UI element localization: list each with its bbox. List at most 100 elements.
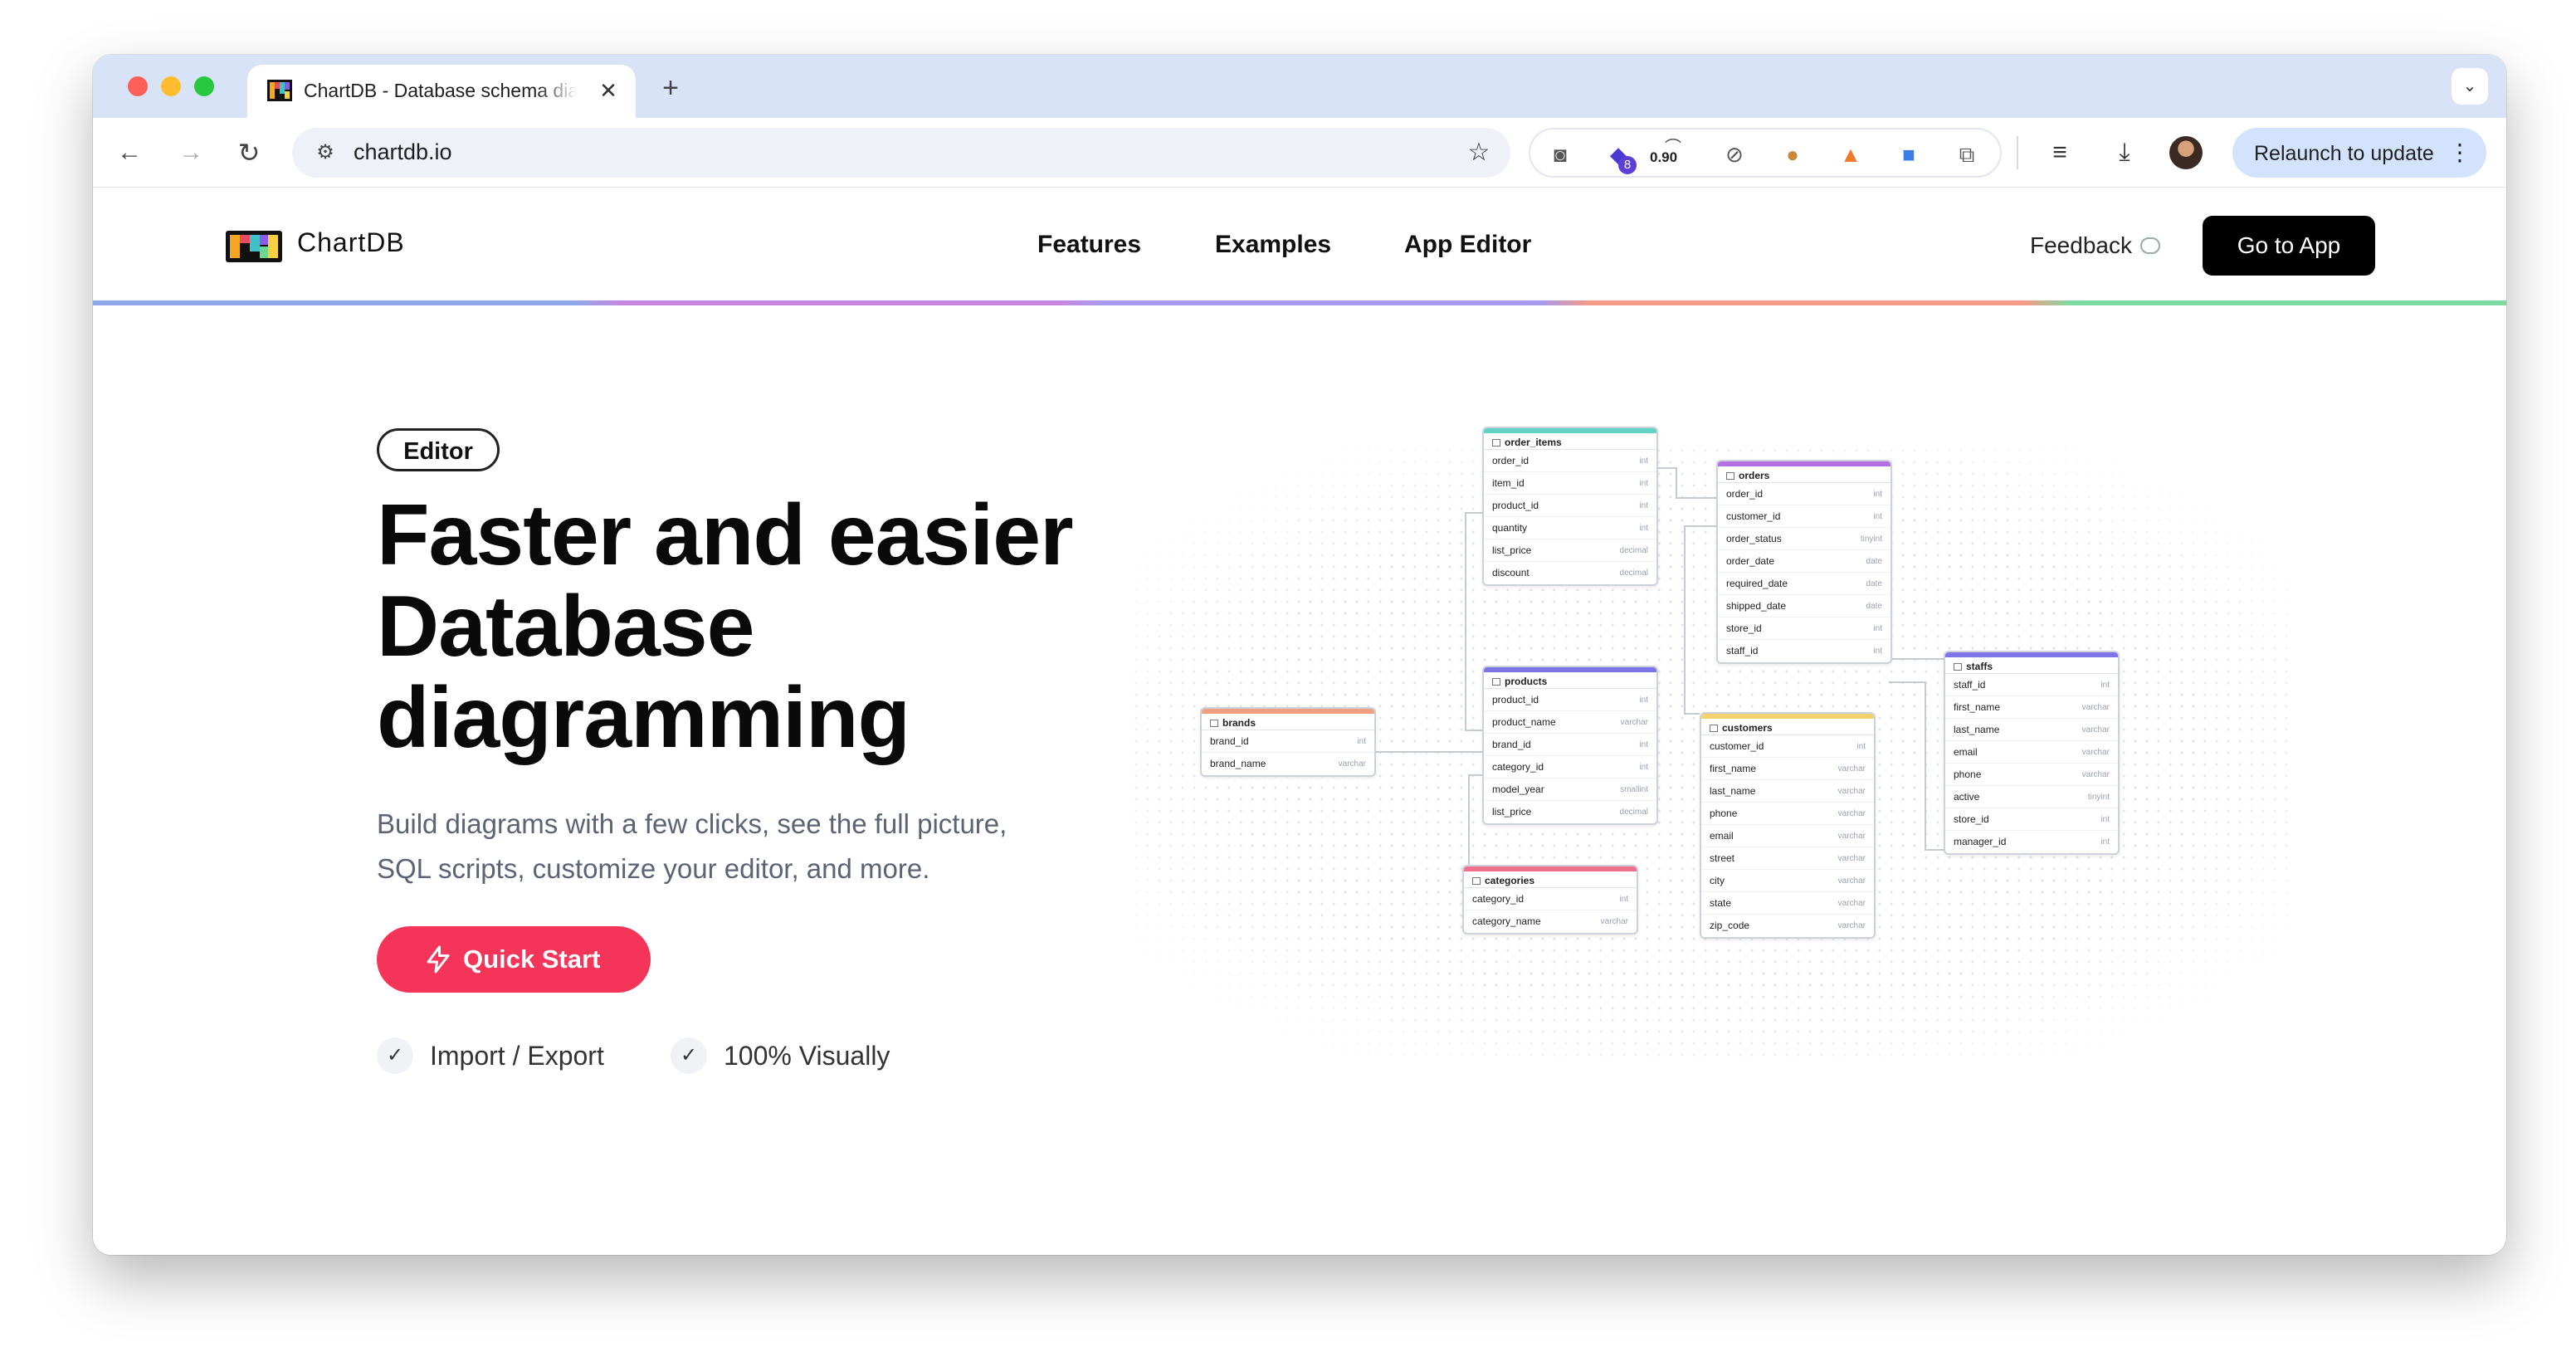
- column-name: product_id: [1492, 694, 1539, 705]
- table-header: order_items: [1484, 428, 1656, 450]
- chartdb-logo-icon[interactable]: [226, 231, 282, 262]
- column-type: int: [1639, 740, 1648, 749]
- url-text[interactable]: chartdb.io: [354, 139, 452, 165]
- minimize-window-button[interactable]: [161, 76, 181, 96]
- column-name: category_id: [1492, 761, 1544, 773]
- column-name: phone: [1954, 769, 1982, 780]
- column-type: varchar: [1620, 718, 1648, 727]
- column-type: int: [1639, 696, 1648, 705]
- translate-icon[interactable]: ■: [1892, 138, 1925, 171]
- close-tab-icon[interactable]: ✕: [596, 78, 621, 103]
- table-brands[interactable]: brands brand_id int brand_name varchar: [1200, 707, 1376, 777]
- lightning-bolt-icon: [427, 945, 450, 974]
- column-name: product_name: [1492, 716, 1556, 728]
- quick-start-button[interactable]: Quick Start: [377, 926, 651, 993]
- table-row: discount decimal: [1484, 562, 1656, 584]
- cookie-icon[interactable]: ●: [1776, 138, 1809, 171]
- table-row: brand_id int: [1202, 730, 1374, 753]
- column-type: varchar: [1837, 854, 1866, 863]
- column-type: int: [1639, 456, 1648, 466]
- profile-avatar[interactable]: [2169, 136, 2203, 169]
- feedback-link[interactable]: Feedback: [2030, 232, 2160, 259]
- eye-slash-icon[interactable]: ⊘: [1718, 138, 1751, 171]
- tab-chartdb[interactable]: ChartDB - Database schema diagrams visua…: [247, 65, 636, 118]
- back-arrow-icon[interactable]: ←: [110, 133, 149, 173]
- site-settings-icon[interactable]: ⚙: [312, 139, 339, 166]
- feedback-label: Feedback: [2030, 232, 2132, 258]
- column-name: category_name: [1472, 915, 1541, 927]
- table-row: state varchar: [1701, 892, 1874, 915]
- column-type: varchar: [1600, 917, 1628, 926]
- column-type: decimal: [1619, 569, 1648, 578]
- table-row: category_id int: [1464, 888, 1637, 910]
- column-type: smallint: [1620, 785, 1648, 794]
- column-name: manager_id: [1954, 836, 2007, 847]
- maximize-window-button[interactable]: [194, 76, 214, 96]
- column-name: order_date: [1726, 555, 1775, 567]
- table-name: products: [1505, 676, 1548, 687]
- table-row: active tinyint: [1945, 786, 2118, 808]
- column-type: int: [2100, 815, 2110, 824]
- table-row: order_id int: [1718, 483, 1891, 505]
- puzzle-extensions-icon[interactable]: ⧉: [1950, 138, 1983, 171]
- new-tab-button[interactable]: +: [654, 71, 687, 105]
- close-window-button[interactable]: [128, 76, 148, 96]
- address-bar[interactable]: ⚙ chartdb.io ☆: [292, 128, 1510, 178]
- column-type: decimal: [1619, 546, 1648, 555]
- table-row: brand_name varchar: [1202, 753, 1374, 775]
- forward-arrow-icon[interactable]: →: [171, 133, 211, 173]
- reading-list-icon[interactable]: ≡: [2040, 133, 2080, 173]
- download-icon[interactable]: ⤓: [2105, 133, 2144, 173]
- column-type: tinyint: [2087, 793, 2110, 802]
- feature-label: Import / Export: [430, 1041, 604, 1071]
- table-row: phone varchar: [1701, 803, 1874, 825]
- column-name: brand_id: [1210, 735, 1249, 747]
- column-type: int: [1639, 501, 1648, 510]
- tab-search-chevron-icon[interactable]: ⌄: [2452, 68, 2488, 105]
- nav-examples[interactable]: Examples: [1215, 231, 1331, 259]
- table-order-items[interactable]: order_items order_id int item_id int produ…: [1482, 427, 1658, 586]
- column-name: order_id: [1492, 455, 1530, 466]
- hero-title-line: Faster and easier: [377, 487, 1074, 583]
- table-row: customer_id int: [1718, 505, 1891, 528]
- column-type: int: [1639, 479, 1648, 488]
- column-type: varchar: [1837, 787, 1866, 796]
- bookmark-star-icon[interactable]: ☆: [1462, 136, 1495, 169]
- table-icon: [1726, 472, 1734, 480]
- graduation-cap-extension-icon[interactable]: ◆ 8: [1602, 138, 1637, 174]
- table-name: categories: [1485, 875, 1535, 886]
- table-customers[interactable]: customers customer_id int first_name varch…: [1700, 712, 1876, 939]
- table-row: model_year smallint: [1484, 778, 1656, 801]
- column-type: int: [2100, 837, 2110, 847]
- column-name: list_price: [1492, 806, 1532, 818]
- table-icon: [1472, 877, 1481, 885]
- camera-icon[interactable]: ◙: [1544, 138, 1577, 171]
- go-to-app-button[interactable]: Go to App: [2203, 216, 2375, 276]
- column-name: store_id: [1954, 813, 1989, 825]
- table-staffs[interactable]: staffs staff_id int first_name varchar las…: [1944, 651, 2120, 855]
- table-row: list_price decimal: [1484, 801, 1656, 823]
- hero-subtitle-line: SQL scripts, customize your editor, and …: [377, 853, 930, 884]
- table-orders[interactable]: orders order_id int customer_id int order_…: [1716, 460, 1892, 664]
- brand-name[interactable]: ChartDB: [297, 227, 405, 258]
- relaunch-button[interactable]: Relaunch to update ⋮: [2232, 128, 2486, 178]
- table-header: brands: [1202, 709, 1374, 730]
- table-row: zip_code varchar: [1701, 915, 1874, 937]
- column-name: first_name: [1954, 701, 2001, 713]
- extensions-group: ◙ ◆ 8 ⌒ 0.90 ⊘ ● ▲ ■ ⧉: [1529, 128, 2002, 178]
- column-name: state: [1710, 897, 1732, 909]
- table-row: last_name varchar: [1945, 719, 2118, 741]
- column-name: list_price: [1492, 544, 1532, 556]
- table-row: first_name varchar: [1945, 696, 2118, 719]
- nav-features[interactable]: Features: [1037, 231, 1141, 259]
- table-row: last_name varchar: [1701, 780, 1874, 803]
- column-name: last_name: [1954, 724, 2000, 735]
- column-type: int: [1873, 624, 1882, 633]
- editor-badge: Editor: [377, 428, 500, 471]
- nav-app-editor[interactable]: App Editor: [1404, 231, 1531, 259]
- table-products[interactable]: products product_id int product_name varch…: [1482, 666, 1658, 825]
- reload-icon[interactable]: ↻: [229, 133, 269, 173]
- table-categories[interactable]: categories category_id int category_name v…: [1462, 865, 1638, 935]
- ghost-extension-icon[interactable]: ▲: [1834, 138, 1867, 171]
- browser-menu-icon[interactable]: ⋮: [2448, 138, 2471, 168]
